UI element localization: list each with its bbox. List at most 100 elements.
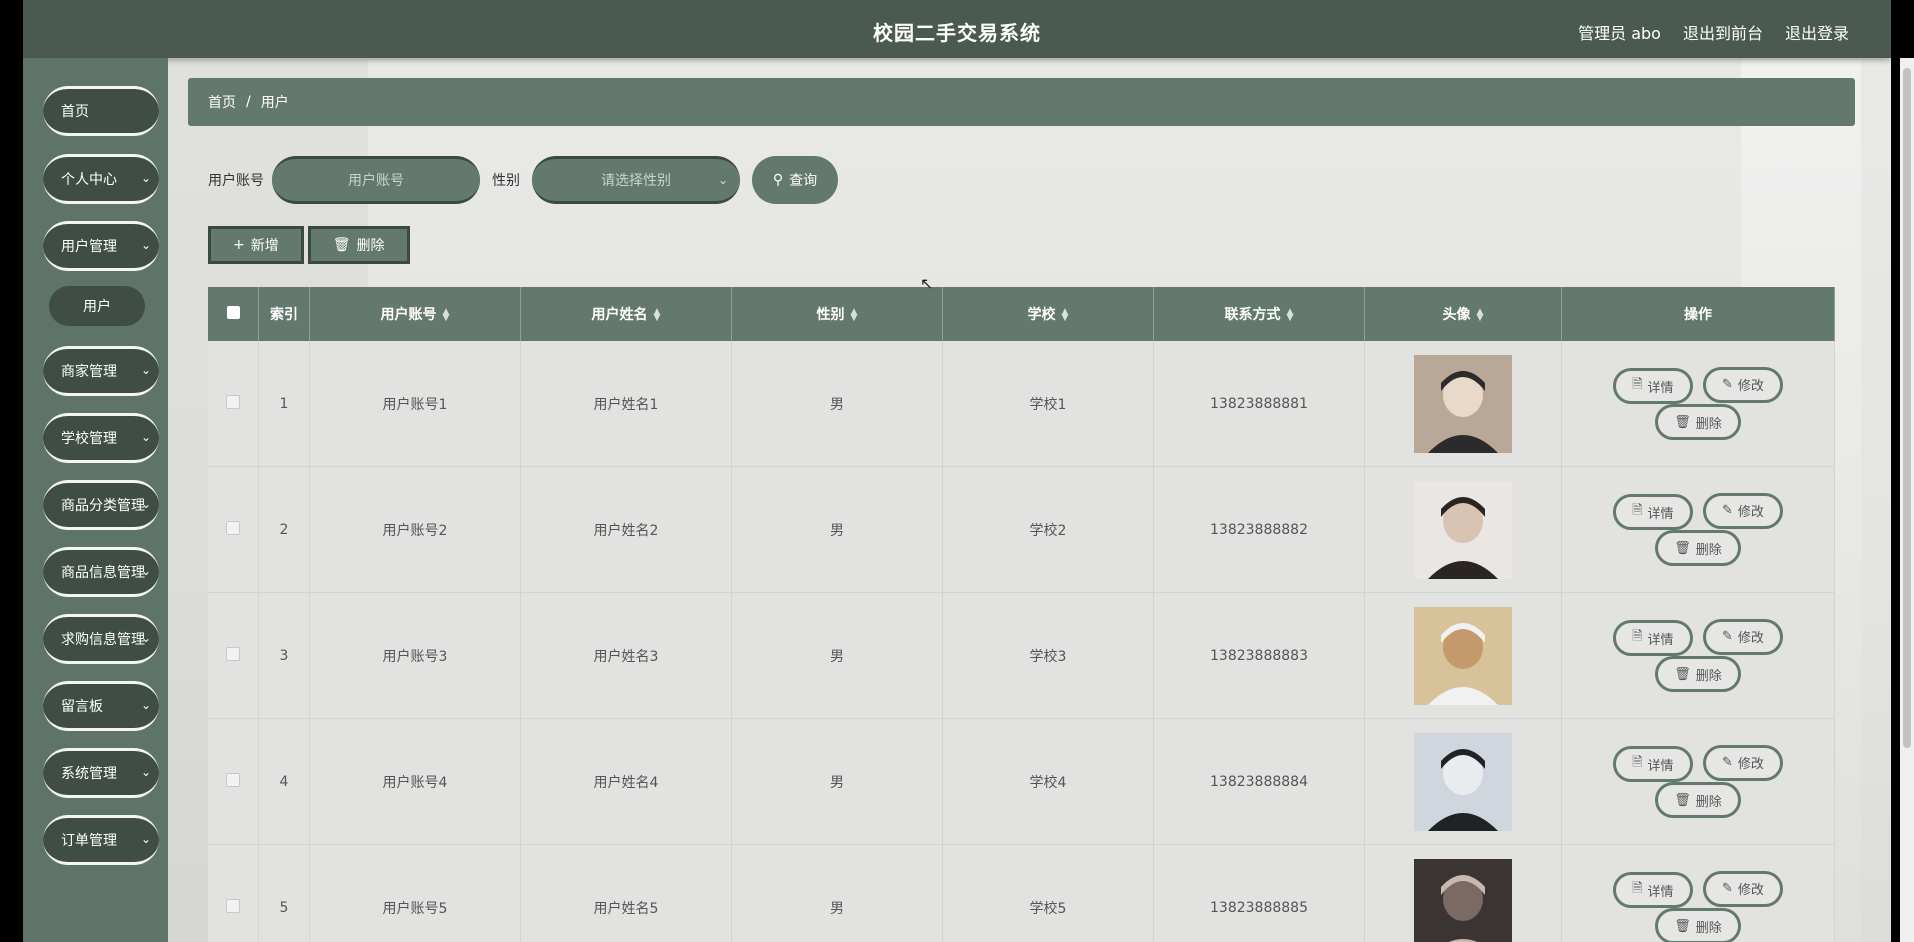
- sidebar-item-wanted-management[interactable]: 求购信息管理 ⌄: [43, 614, 159, 664]
- delete-button[interactable]: 🗑 删除: [1655, 782, 1741, 819]
- search-bar: 用户账号 用户账号 性别 请选择性别 ⌄ ⚲ 查询: [208, 156, 838, 204]
- trash-icon: 🗑: [1674, 666, 1691, 682]
- detail-button[interactable]: 🗎 详情: [1613, 746, 1693, 783]
- edit-label: 修改: [1737, 505, 1764, 521]
- chevron-down-icon: ⌄: [140, 564, 151, 578]
- gender-select[interactable]: 请选择性别 ⌄: [532, 156, 740, 204]
- col-account-label: 用户账号: [380, 307, 437, 323]
- avatar-image[interactable]: [1414, 858, 1512, 942]
- delete-button[interactable]: 🗑 删除: [1655, 404, 1741, 441]
- breadcrumb-current: 用户: [260, 95, 289, 111]
- col-avatar-label: 头像: [1442, 307, 1471, 323]
- edit-button[interactable]: ✎ 修改: [1703, 870, 1783, 907]
- delete-label: 删除: [1695, 668, 1722, 684]
- add-button[interactable]: + 新增: [208, 226, 304, 264]
- col-school[interactable]: 学校 ▲ ▼: [942, 287, 1154, 341]
- avatar-image[interactable]: [1414, 606, 1512, 705]
- chevron-down-icon: ⌄: [140, 363, 151, 377]
- row-account: 用户账号4: [309, 718, 521, 845]
- sidebar-item-merchant-management[interactable]: 商家管理 ⌄: [43, 346, 159, 396]
- scrollbar-thumb[interactable]: [1903, 68, 1911, 748]
- sort-icon[interactable]: ▲ ▼: [1062, 308, 1069, 323]
- delete-button[interactable]: 🗑 删除: [1655, 908, 1741, 942]
- row-school: 学校3: [942, 592, 1154, 719]
- document-icon: 🗎: [1632, 755, 1643, 771]
- row-school: 学校5: [942, 844, 1154, 942]
- row-checkbox[interactable]: [226, 772, 240, 787]
- sidebar-item-goods-management[interactable]: 商品信息管理 ⌄: [43, 547, 159, 597]
- sidebar-item-category-management[interactable]: 商品分类管理 ⌄: [43, 480, 159, 530]
- breadcrumb: 首页 / 用户: [188, 78, 1855, 126]
- detail-button[interactable]: 🗎 详情: [1613, 620, 1693, 657]
- col-name[interactable]: 用户姓名 ▲ ▼: [520, 287, 732, 341]
- row-avatar-cell: [1364, 718, 1562, 845]
- document-icon: 🗎: [1632, 377, 1643, 393]
- sidebar-item-home[interactable]: 首页: [43, 86, 159, 136]
- chevron-down-icon: ⌄: [140, 238, 151, 252]
- exit-to-front-link[interactable]: 退出到前台: [1683, 20, 1763, 44]
- row-checkbox[interactable]: [226, 520, 240, 535]
- logout-link[interactable]: 退出登录: [1785, 20, 1849, 44]
- sort-icon[interactable]: ▲ ▼: [851, 308, 858, 323]
- chevron-down-icon: ⌄: [140, 698, 151, 712]
- plus-icon: +: [233, 237, 245, 253]
- top-header: 校园二手交易系统 管理员 abo 退出到前台 退出登录: [23, 0, 1891, 58]
- chevron-down-icon: ⌄: [140, 832, 151, 846]
- sidebar-item-order-management[interactable]: 订单管理 ⌄: [43, 815, 159, 865]
- col-gender[interactable]: 性别 ▲ ▼: [731, 287, 943, 341]
- detail-button[interactable]: 🗎 详情: [1613, 872, 1693, 909]
- sidebar-item-school-management[interactable]: 学校管理 ⌄: [43, 413, 159, 463]
- edit-button[interactable]: ✎ 修改: [1703, 492, 1783, 529]
- chevron-down-icon: ⌄: [717, 173, 728, 187]
- sort-icon[interactable]: ▲ ▼: [654, 308, 661, 323]
- row-school: 学校1: [942, 341, 1154, 467]
- breadcrumb-home[interactable]: 首页: [208, 92, 236, 112]
- row-actions-cell: 🗎 详情 ✎ 修改 🗑 删除: [1561, 718, 1835, 845]
- sidebar-item-message-board[interactable]: 留言板 ⌄: [43, 681, 159, 731]
- edit-button[interactable]: ✎ 修改: [1703, 366, 1783, 403]
- detail-button[interactable]: 🗎 详情: [1613, 494, 1693, 531]
- trash-icon: 🗑: [1674, 918, 1691, 934]
- col-avatar[interactable]: 头像 ▲ ▼: [1364, 287, 1562, 341]
- edit-button[interactable]: ✎ 修改: [1703, 744, 1783, 781]
- account-search-input[interactable]: 用户账号: [272, 156, 480, 204]
- row-select-cell: [208, 844, 259, 942]
- row-checkbox[interactable]: [226, 394, 240, 409]
- delete-button[interactable]: 🗑 删除: [1655, 530, 1741, 567]
- row-actions-cell: 🗎 详情 ✎ 修改 🗑 删除: [1561, 341, 1835, 467]
- avatar-image[interactable]: [1414, 732, 1512, 831]
- sort-icon[interactable]: ▲ ▼: [443, 308, 450, 323]
- avatar-image[interactable]: [1414, 354, 1512, 453]
- trash-icon: 🗑: [1674, 414, 1691, 430]
- admin-user-label[interactable]: 管理员 abo: [1578, 20, 1661, 44]
- row-checkbox[interactable]: [226, 898, 240, 913]
- sort-icon[interactable]: ▲ ▼: [1477, 308, 1484, 323]
- delete-button[interactable]: 🗑 删除: [1655, 656, 1741, 693]
- row-account: 用户账号5: [309, 844, 521, 942]
- document-icon: 🗎: [1632, 881, 1643, 897]
- vertical-scrollbar[interactable]: [1900, 58, 1914, 942]
- avatar-image[interactable]: [1414, 480, 1512, 579]
- sidebar-item-user-management[interactable]: 用户管理 ⌄: [43, 221, 159, 271]
- sidebar-item-system-management[interactable]: 系统管理 ⌄: [43, 748, 159, 798]
- sort-icon[interactable]: ▲ ▼: [1287, 308, 1294, 323]
- sidebar-subitem-user[interactable]: 用户: [49, 286, 145, 326]
- row-gender: 男: [731, 341, 943, 467]
- search-icon: ⚲: [772, 172, 784, 188]
- detail-label: 详情: [1647, 506, 1674, 522]
- edit-button[interactable]: ✎ 修改: [1703, 618, 1783, 655]
- query-button[interactable]: ⚲ 查询: [752, 156, 838, 204]
- row-checkbox[interactable]: [226, 646, 240, 661]
- row-actions-cell: 🗎 详情 ✎ 修改 🗑 删除: [1561, 844, 1835, 942]
- row-avatar-cell: [1364, 592, 1562, 719]
- sidebar-item-personal-center[interactable]: 个人中心 ⌄: [43, 154, 159, 204]
- batch-delete-button[interactable]: 🗑 删除: [307, 226, 410, 264]
- edit-label: 修改: [1737, 883, 1764, 899]
- select-all-checkbox[interactable]: [226, 305, 240, 319]
- detail-button[interactable]: 🗎 详情: [1613, 368, 1693, 405]
- pencil-icon: ✎: [1722, 377, 1733, 393]
- sidebar-item-label: 求购信息管理: [61, 632, 145, 648]
- col-account[interactable]: 用户账号 ▲ ▼: [309, 287, 521, 341]
- col-phone[interactable]: 联系方式 ▲ ▼: [1153, 287, 1365, 341]
- table-row: 5 用户账号5 用户姓名5 男 学校5 13823888885 🗎 详情 ✎ 修改 …: [208, 844, 1835, 942]
